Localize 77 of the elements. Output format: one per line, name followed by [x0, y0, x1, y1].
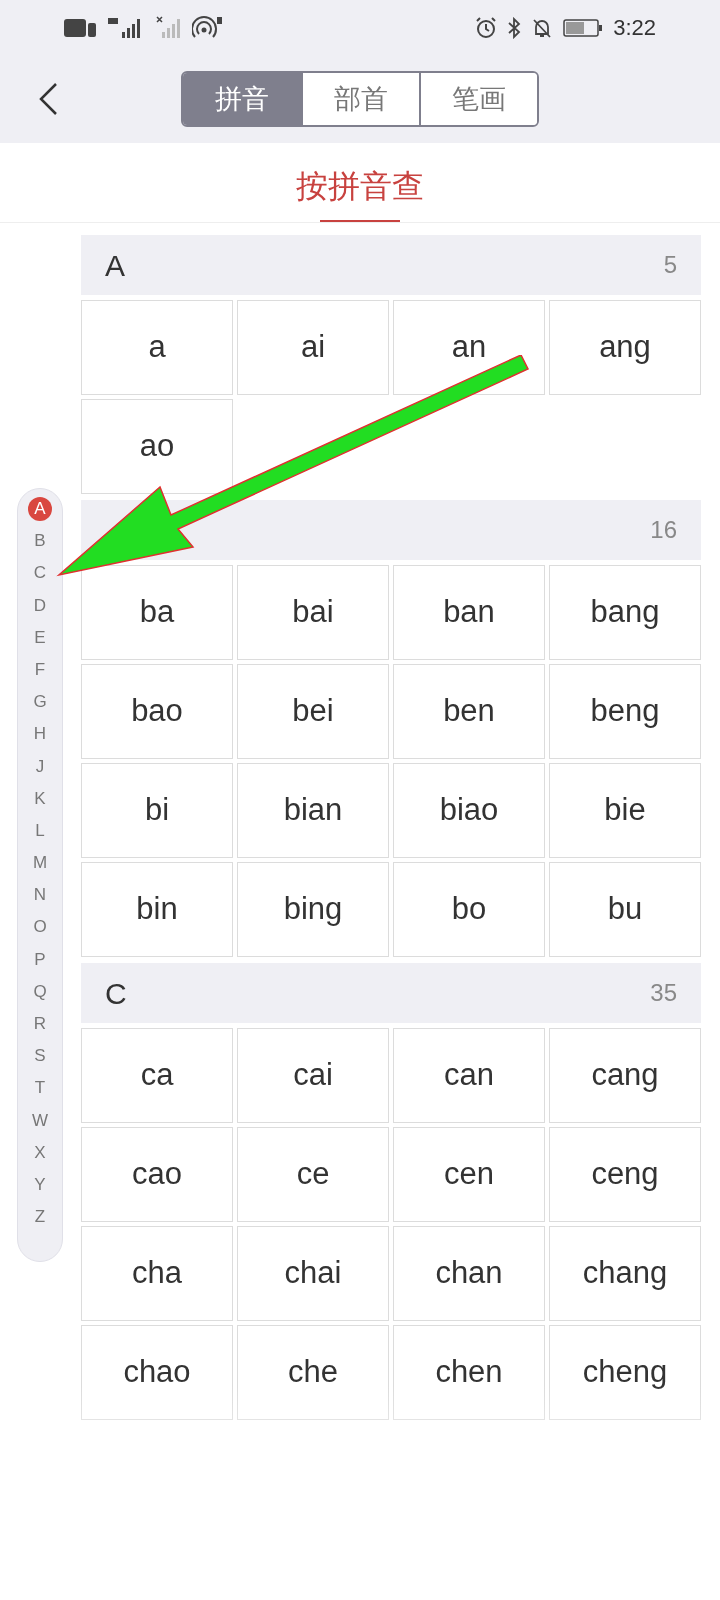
syllable-cell[interactable]: a: [81, 300, 233, 395]
section-letter: A: [105, 247, 125, 284]
index-letter[interactable]: O: [28, 915, 52, 940]
syllable-cell[interactable]: bu: [549, 862, 701, 957]
syllable-cell[interactable]: beng: [549, 664, 701, 759]
index-letter[interactable]: E: [28, 625, 52, 650]
index-letter[interactable]: H: [28, 722, 52, 747]
index-letter[interactable]: M: [28, 851, 52, 876]
index-letter[interactable]: G: [28, 690, 52, 715]
index-letter[interactable]: W: [28, 1108, 52, 1133]
section-count: 5: [663, 250, 677, 280]
index-letter[interactable]: J: [28, 754, 52, 779]
syllable-cell[interactable]: can: [393, 1028, 545, 1123]
index-letter[interactable]: D: [28, 593, 52, 618]
syllable-cell[interactable]: ang: [549, 300, 701, 395]
section-letter: C: [105, 975, 127, 1012]
syllable-cell[interactable]: bing: [237, 862, 389, 957]
syllable-cell[interactable]: ba: [81, 565, 233, 660]
status-time: 3:22: [613, 14, 656, 42]
syllable-cell[interactable]: bang: [549, 565, 701, 660]
index-letter[interactable]: N: [28, 883, 52, 908]
index-letter[interactable]: R: [28, 1012, 52, 1036]
index-letter[interactable]: B: [28, 529, 52, 554]
syllable-cell[interactable]: ban: [393, 565, 545, 660]
syllable-cell[interactable]: bin: [81, 862, 233, 957]
syllable-cell[interactable]: biao: [393, 763, 545, 858]
syllable-cell[interactable]: cheng: [549, 1325, 701, 1420]
syllable-cell[interactable]: chao: [81, 1325, 233, 1420]
syllable-cell[interactable]: an: [393, 300, 545, 395]
signal-icon: [156, 15, 182, 40]
syllable-cell[interactable]: chen: [393, 1325, 545, 1420]
index-letter[interactable]: P: [28, 947, 52, 972]
syllable-cell[interactable]: ai: [237, 300, 389, 395]
syllable-cell[interactable]: chai: [237, 1226, 389, 1321]
syllable-cell[interactable]: chan: [393, 1226, 545, 1321]
section-count: 16: [650, 515, 677, 545]
page-title: 按拼音查: [296, 170, 424, 202]
syllable-cell[interactable]: bian: [237, 763, 389, 858]
alarm-icon: [475, 16, 498, 39]
index-letter[interactable]: C: [28, 561, 52, 586]
segment-tab[interactable]: 拼音: [183, 73, 301, 125]
syllable-cell[interactable]: bie: [549, 763, 701, 858]
syllable-cell[interactable]: cen: [393, 1127, 545, 1222]
index-letter[interactable]: Y: [28, 1172, 52, 1197]
syllable-cell[interactable]: cao: [81, 1127, 233, 1222]
syllable-cell[interactable]: cha: [81, 1226, 233, 1321]
index-letter[interactable]: Q: [28, 979, 52, 1004]
battery-icon: [563, 17, 604, 38]
back-icon: [38, 82, 58, 116]
syllable-cell[interactable]: bei: [237, 664, 389, 759]
syllable-cell[interactable]: cai: [237, 1028, 389, 1123]
syllable-cell[interactable]: che: [237, 1325, 389, 1420]
index-letter[interactable]: T: [28, 1076, 52, 1101]
syllable-cell[interactable]: bao: [81, 664, 233, 759]
syllable-cell[interactable]: bai: [237, 565, 389, 660]
segment-tab[interactable]: 部首: [301, 73, 419, 125]
syllable-cell[interactable]: ao: [81, 399, 233, 494]
syllable-cell[interactable]: ben: [393, 664, 545, 759]
syllable-cell[interactable]: bi: [81, 763, 233, 858]
segment-tab[interactable]: 笔画: [419, 73, 537, 125]
index-letter[interactable]: X: [28, 1140, 52, 1165]
syllable-cell[interactable]: bo: [393, 862, 545, 957]
index-letter[interactable]: S: [28, 1044, 52, 1069]
index-letter[interactable]: Z: [28, 1205, 52, 1230]
index-letter[interactable]: A: [28, 497, 52, 521]
index-letter[interactable]: K: [28, 786, 52, 811]
index-letter[interactable]: F: [28, 657, 52, 682]
hd-icon: [64, 17, 96, 38]
syllable-cell[interactable]: chang: [549, 1226, 701, 1321]
syllable-cell[interactable]: cang: [549, 1028, 701, 1123]
syllable-cell[interactable]: ceng: [549, 1127, 701, 1222]
syllable-cell[interactable]: ce: [237, 1127, 389, 1222]
index-letter[interactable]: L: [28, 818, 52, 843]
syllable-cell[interactable]: ca: [81, 1028, 233, 1123]
section-count: 35: [650, 978, 677, 1008]
bluetooth-icon: [507, 16, 522, 39]
hotspot-icon: [192, 15, 224, 40]
